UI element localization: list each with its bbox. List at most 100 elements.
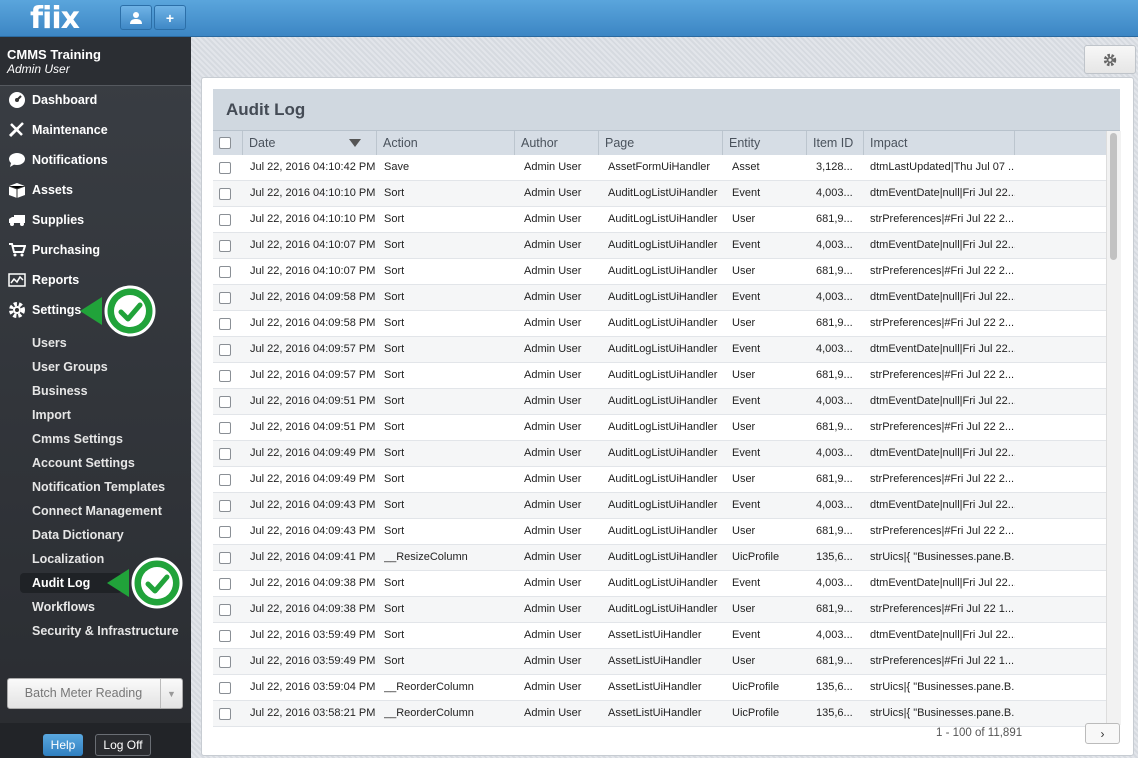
column-header-impact[interactable]: Impact (864, 131, 1015, 155)
cell-impact: dtmEventDate|null|Fri Jul 22... (870, 577, 1015, 589)
row-checkbox[interactable] (219, 630, 231, 642)
settings-button[interactable] (1084, 45, 1136, 74)
sidebar-item-import[interactable]: Import (32, 405, 71, 425)
scroll-thumb[interactable] (1110, 133, 1117, 260)
row-checkbox[interactable] (219, 500, 231, 512)
sidebar-item-users[interactable]: Users (32, 333, 67, 353)
sidebar-item-business[interactable]: Business (32, 381, 88, 401)
table-row[interactable]: Jul 22, 2016 04:09:38 PM Sort Admin User Au… (213, 571, 1106, 597)
next-page-button[interactable]: › (1085, 723, 1120, 744)
vertical-scrollbar[interactable] (1106, 131, 1121, 725)
sidebar-item-security-infrastructure[interactable]: Security & Infrastructure (32, 621, 179, 641)
sidebar-item-data-dictionary[interactable]: Data Dictionary (32, 525, 124, 545)
select-all-cell (213, 131, 243, 155)
row-checkbox[interactable] (219, 656, 231, 668)
table-row[interactable]: Jul 22, 2016 04:09:43 PM Sort Admin User Au… (213, 493, 1106, 519)
sidebar-item-localization[interactable]: Localization (32, 549, 104, 569)
table-row[interactable]: Jul 22, 2016 04:09:41 PM __ResizeColumn Ad… (213, 545, 1106, 571)
table-row[interactable]: Jul 22, 2016 03:59:49 PM Sort Admin User As… (213, 623, 1106, 649)
row-checkbox[interactable] (219, 292, 231, 304)
column-header-author[interactable]: Author (515, 131, 599, 155)
cell-action: Sort (384, 525, 405, 537)
table-row[interactable]: Jul 22, 2016 04:09:57 PM Sort Admin User Au… (213, 337, 1106, 363)
cell-author: Admin User (524, 161, 582, 173)
column-header-action[interactable]: Action (377, 131, 515, 155)
row-checkbox[interactable] (219, 526, 231, 538)
table-row[interactable]: Jul 22, 2016 04:10:07 PM Sort Admin User Au… (213, 233, 1106, 259)
row-checkbox[interactable] (219, 214, 231, 226)
cell-author: Admin User (524, 369, 582, 381)
cell-page: AssetFormUiHandler (608, 161, 711, 173)
table-row[interactable]: Jul 22, 2016 04:09:51 PM Sort Admin User Au… (213, 389, 1106, 415)
cell-item-id: 4,003... (816, 187, 853, 199)
sidebar-item-user-groups[interactable]: User Groups (32, 357, 108, 377)
company-name: CMMS Training (7, 47, 101, 62)
nav-dashboard[interactable]: Dashboard (0, 87, 191, 113)
table-row[interactable]: Jul 22, 2016 04:09:57 PM Sort Admin User Au… (213, 363, 1106, 389)
select-all-checkbox[interactable] (219, 137, 231, 149)
user-button[interactable] (120, 5, 152, 30)
row-checkbox[interactable] (219, 396, 231, 408)
cell-item-id: 681,9... (816, 369, 853, 381)
row-checkbox[interactable] (219, 448, 231, 460)
boxes-icon (7, 182, 27, 198)
cell-entity: User (732, 213, 756, 225)
row-checkbox[interactable] (219, 188, 231, 200)
row-checkbox[interactable] (219, 474, 231, 486)
table-row[interactable]: Jul 22, 2016 04:09:58 PM Sort Admin User Au… (213, 285, 1106, 311)
chevron-down-icon[interactable]: ▼ (160, 679, 182, 708)
batch-meter-reading-button[interactable]: Batch Meter Reading ▼ (7, 678, 183, 709)
row-checkbox[interactable] (219, 422, 231, 434)
row-checkbox[interactable] (219, 552, 231, 564)
row-checkbox[interactable] (219, 578, 231, 590)
nav-assets[interactable]: Assets (0, 177, 191, 203)
table-row[interactable]: Jul 22, 2016 03:59:49 PM Sort Admin User As… (213, 649, 1106, 675)
sidebar-item-notification-templates[interactable]: Notification Templates (32, 477, 165, 497)
cell-action: Sort (384, 577, 405, 589)
column-header-item-id[interactable]: Item ID (807, 131, 864, 155)
table-row[interactable]: Jul 22, 2016 04:10:07 PM Sort Admin User Au… (213, 259, 1106, 285)
row-checkbox[interactable] (219, 708, 231, 720)
table-row[interactable]: Jul 22, 2016 04:09:38 PM Sort Admin User Au… (213, 597, 1106, 623)
row-checkbox[interactable] (219, 318, 231, 330)
pager-text: 1 - 100 of 11,891 (936, 727, 1023, 739)
sidebar-item-connect-management[interactable]: Connect Management (32, 501, 162, 521)
cell-item-id: 4,003... (816, 343, 853, 355)
table-row[interactable]: Jul 22, 2016 04:09:51 PM Sort Admin User Au… (213, 415, 1106, 441)
nav-supplies[interactable]: Supplies (0, 207, 191, 233)
row-checkbox[interactable] (219, 604, 231, 616)
nav-notifications[interactable]: Notifications (0, 147, 191, 173)
column-header-entity[interactable]: Entity (723, 131, 807, 155)
table-row[interactable]: Jul 22, 2016 04:10:42 PM Save Admin User As… (213, 155, 1106, 181)
row-checkbox[interactable] (219, 344, 231, 356)
nav-purchasing[interactable]: Purchasing (0, 237, 191, 263)
sidebar-item-account-settings[interactable]: Account Settings (32, 453, 135, 473)
table-row[interactable]: Jul 22, 2016 03:58:21 PM __ReorderColumn A… (213, 701, 1106, 727)
row-checkbox[interactable] (219, 162, 231, 174)
cell-author: Admin User (524, 681, 582, 693)
app-logo[interactable]: fiix (30, 1, 80, 36)
table-row[interactable]: Jul 22, 2016 04:09:49 PM Sort Admin User Au… (213, 441, 1106, 467)
row-checkbox[interactable] (219, 266, 231, 278)
cell-entity: Event (732, 629, 761, 641)
sidebar-item-workflows[interactable]: Workflows (32, 597, 95, 617)
table-row[interactable]: Jul 22, 2016 04:09:58 PM Sort Admin User Au… (213, 311, 1106, 337)
table-row[interactable]: Jul 22, 2016 03:59:04 PM __ReorderColumn A… (213, 675, 1106, 701)
table-row[interactable]: Jul 22, 2016 04:10:10 PM Sort Admin User Au… (213, 207, 1106, 233)
add-button[interactable]: + (154, 5, 186, 30)
table-row[interactable]: Jul 22, 2016 04:09:49 PM Sort Admin User Au… (213, 467, 1106, 493)
sidebar-item-cmms-settings[interactable]: Cmms Settings (32, 429, 123, 449)
help-button[interactable]: Help (43, 734, 83, 756)
column-header-page[interactable]: Page (599, 131, 723, 155)
row-checkbox[interactable] (219, 240, 231, 252)
row-checkbox[interactable] (219, 682, 231, 694)
row-checkbox[interactable] (219, 370, 231, 382)
table-row[interactable]: Jul 22, 2016 04:09:43 PM Sort Admin User Au… (213, 519, 1106, 545)
gear-icon (7, 302, 27, 318)
wrench-icon (7, 122, 27, 138)
log-off-button[interactable]: Log Off (95, 734, 151, 756)
nav-maintenance[interactable]: Maintenance (0, 117, 191, 143)
table-row[interactable]: Jul 22, 2016 04:10:10 PM Sort Admin User Au… (213, 181, 1106, 207)
cell-item-id: 4,003... (816, 291, 853, 303)
column-header-date[interactable]: Date (243, 131, 377, 155)
